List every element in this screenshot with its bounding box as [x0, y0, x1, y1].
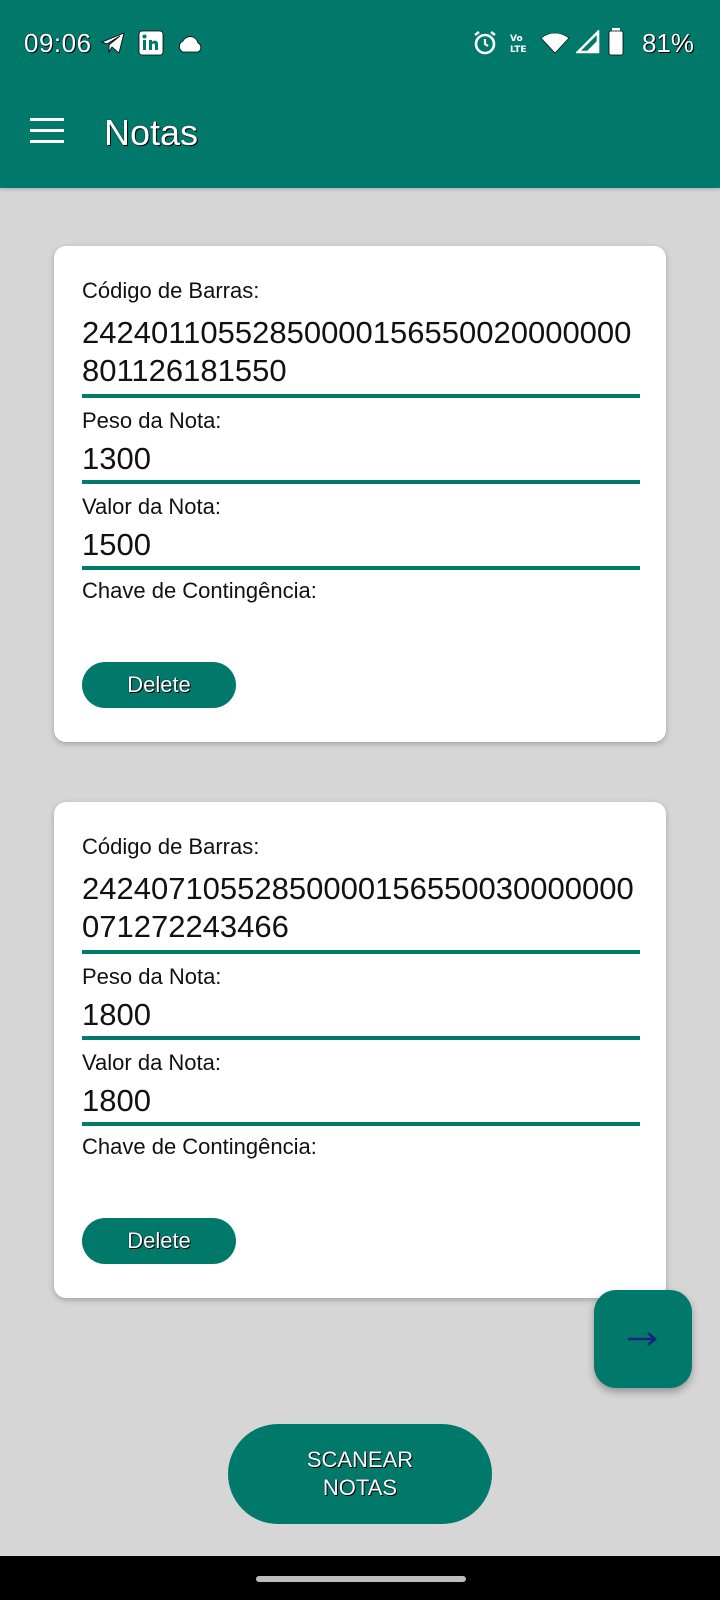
- value-field[interactable]: 1800: [82, 1082, 642, 1120]
- note-card: Código de Barras: 2424011055285000015655…: [54, 246, 666, 742]
- delete-button[interactable]: Delete: [82, 1218, 236, 1264]
- barcode-field[interactable]: 2424011055285000015655002000000080112618…: [82, 314, 642, 390]
- alarm-icon: [472, 30, 498, 61]
- barcode-underline: [82, 394, 640, 398]
- contingency-key-label: Chave de Contingência:: [82, 1134, 317, 1159]
- linkedin-icon: [138, 30, 164, 61]
- battery-percent: 81%: [641, 28, 694, 58]
- weight-underline: [82, 1036, 640, 1040]
- contingency-key-label: Chave de Contingência:: [82, 578, 317, 603]
- status-bar: 09:06 Vo LTE 81%: [0, 0, 720, 88]
- barcode-label: Código de Barras:: [82, 834, 260, 859]
- barcode-underline: [82, 950, 640, 954]
- svg-text:Vo: Vo: [510, 34, 523, 44]
- wifi-icon: [540, 32, 570, 59]
- weight-label: Peso da Nota:: [82, 964, 222, 989]
- scan-notes-label: SCANEAR NOTAS: [306, 1447, 414, 1500]
- note-card: Código de Barras: 2424071055285000015655…: [54, 802, 666, 1298]
- value-field[interactable]: 1500: [82, 526, 642, 564]
- weight-label: Peso da Nota:: [82, 408, 222, 433]
- value-label: Valor da Nota:: [82, 1050, 222, 1075]
- scan-notes-button[interactable]: SCANEAR NOTAS: [228, 1424, 492, 1524]
- signal-icon: [574, 28, 600, 59]
- status-time: 09:06: [24, 28, 92, 58]
- barcode-field[interactable]: 2424071055285000015655003000000007127224…: [82, 870, 642, 946]
- value-underline: [82, 566, 640, 570]
- weight-field[interactable]: 1300: [82, 440, 642, 478]
- value-label: Valor da Nota:: [82, 494, 222, 519]
- navigation-bar: [0, 1556, 720, 1600]
- cloud-icon: [176, 34, 204, 59]
- arrow-right-icon: [628, 1332, 657, 1346]
- battery-icon: [608, 28, 624, 61]
- barcode-label: Código de Barras:: [82, 278, 260, 303]
- hamburger-menu-icon[interactable]: [30, 118, 66, 158]
- volte-icon: Vo LTE: [508, 32, 534, 59]
- next-fab-button[interactable]: [594, 1290, 692, 1388]
- svg-text:LTE: LTE: [510, 45, 527, 54]
- page-title: Notas: [104, 112, 199, 153]
- telegram-icon: [100, 30, 126, 61]
- delete-button[interactable]: Delete: [82, 662, 236, 708]
- app-bar: Notas: [0, 88, 720, 188]
- value-underline: [82, 1122, 640, 1126]
- weight-underline: [82, 480, 640, 484]
- home-gesture-handle[interactable]: [256, 1576, 466, 1582]
- weight-field[interactable]: 1800: [82, 996, 642, 1034]
